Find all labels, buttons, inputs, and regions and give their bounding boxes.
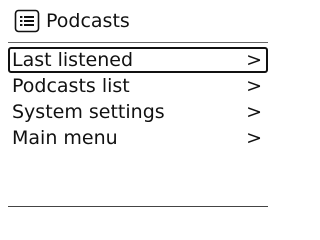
menu-item-label: Podcasts list xyxy=(12,75,130,97)
bottom-divider xyxy=(8,206,268,207)
radio-display-screen: Podcasts Last listened > Podcasts list >… xyxy=(0,0,276,215)
menu-item-label: System settings xyxy=(12,101,165,123)
menu-list: Last listened > Podcasts list > System s… xyxy=(8,47,268,151)
chevron-right-icon: > xyxy=(246,49,262,71)
menu-item-main-menu[interactable]: Main menu > xyxy=(8,125,268,151)
title-bar: Podcasts xyxy=(14,6,130,36)
menu-item-podcasts-list[interactable]: Podcasts list > xyxy=(8,73,268,99)
menu-item-label: Main menu xyxy=(12,127,118,149)
chevron-right-icon: > xyxy=(246,127,262,149)
chevron-right-icon: > xyxy=(246,75,262,97)
chevron-right-icon: > xyxy=(246,101,262,123)
menu-item-label: Last listened xyxy=(12,49,134,71)
title-divider xyxy=(8,42,268,43)
menu-item-system-settings[interactable]: System settings > xyxy=(8,99,268,125)
menu-item-last-listened[interactable]: Last listened > xyxy=(8,47,268,73)
list-icon xyxy=(14,9,40,33)
page-title: Podcasts xyxy=(46,10,130,32)
